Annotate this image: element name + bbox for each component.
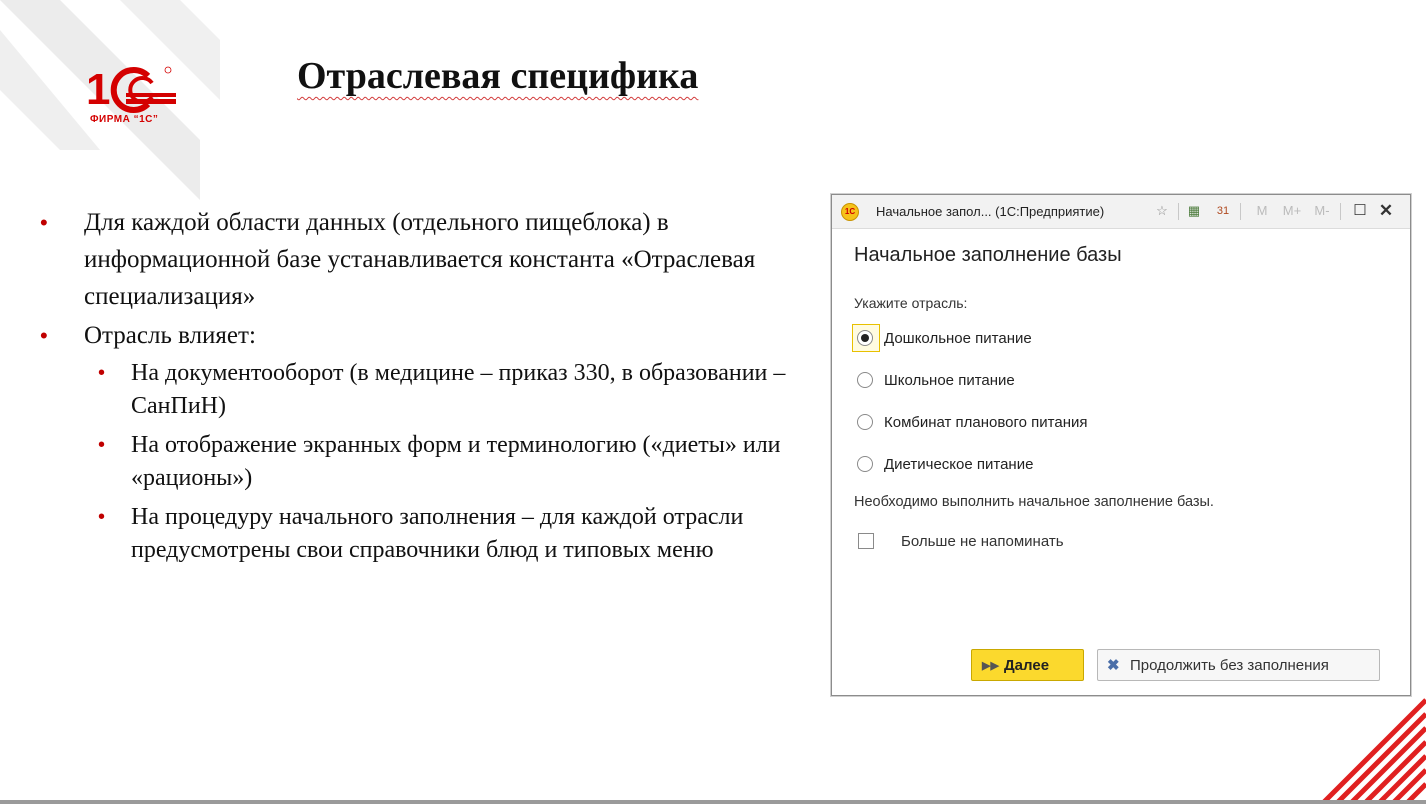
sub-bullet-item: • На процедуру начального заполнения – дл… bbox=[98, 504, 744, 563]
bullet-text: Для каждой области данных (отдельного пи… bbox=[84, 209, 756, 310]
radio-button[interactable] bbox=[857, 372, 873, 388]
window-titlebar: 1С Начальное запол... (1С:Предприятие) ☆… bbox=[832, 195, 1410, 229]
next-button-label: Далее bbox=[1004, 657, 1050, 674]
radio-label: Диетическое питание bbox=[884, 456, 1034, 473]
sub-bullet-item: • На отображение экранных форм и терминол… bbox=[98, 432, 781, 491]
memory-plus-button[interactable]: M+ bbox=[1280, 201, 1304, 221]
form-content: Начальное заполнение базы Укажите отрасл… bbox=[832, 229, 1410, 695]
next-arrow-icon: ▶▶ bbox=[982, 660, 999, 672]
calculator-icon[interactable]: ▦ bbox=[1184, 201, 1204, 221]
bullet-list: • Для каждой области данных (отдельного п… bbox=[40, 204, 810, 573]
industry-prompt: Укажите отрасль: bbox=[854, 295, 968, 311]
slide-title: Отраслевая специфика bbox=[297, 55, 699, 97]
window-title: Начальное запол... (1С:Предприятие) bbox=[876, 204, 1105, 219]
svg-text:1: 1 bbox=[86, 65, 110, 114]
cancel-x-icon: ✖ bbox=[1107, 657, 1120, 674]
memory-minus-button[interactable]: M- bbox=[1310, 201, 1334, 221]
dont-remind-label[interactable]: Больше не напоминать bbox=[901, 533, 1064, 550]
radio-button[interactable] bbox=[857, 414, 873, 430]
radio-button-selected[interactable] bbox=[857, 330, 873, 346]
favorite-star-icon[interactable]: ☆ bbox=[1152, 201, 1172, 221]
maximize-icon[interactable]: ☐ bbox=[1350, 201, 1370, 221]
form-title: Начальное заполнение базы bbox=[854, 244, 1122, 266]
memory-m-button[interactable]: M bbox=[1252, 201, 1272, 221]
next-button[interactable]: ▶▶ Далее bbox=[971, 649, 1084, 681]
radio-label: Комбинат планового питания bbox=[884, 414, 1088, 431]
logo-caption: ФИРМА “1С” bbox=[90, 114, 159, 125]
radio-label: Дошкольное питание bbox=[884, 330, 1032, 347]
bullet-item: • Отрасль влияет: bbox=[40, 322, 256, 349]
continue-without-fill-label: Продолжить без заполнения bbox=[1130, 657, 1329, 674]
bullet-text: Отрасль влияет: bbox=[84, 322, 256, 349]
calendar-icon[interactable]: 31 bbox=[1213, 201, 1233, 221]
bullet-item: • Для каждой области данных (отдельного п… bbox=[40, 209, 756, 310]
continue-without-fill-button[interactable]: ✖ Продолжить без заполнения bbox=[1097, 649, 1380, 681]
1c-logo-icon[interactable]: 1С bbox=[841, 203, 859, 221]
radio-button[interactable] bbox=[857, 456, 873, 472]
notice-text: Необходимо выполнить начальное заполнени… bbox=[854, 494, 1214, 510]
sub-bullet-item: • На документооборот (в медицине – приказ… bbox=[98, 360, 786, 419]
sub-bullet-text: На документооборот (в медицине – приказ … bbox=[131, 360, 786, 419]
sub-bullet-text: На процедуру начального заполнения – для… bbox=[131, 504, 744, 563]
dont-remind-checkbox[interactable] bbox=[858, 533, 874, 549]
close-icon[interactable]: ✕ bbox=[1376, 201, 1396, 221]
sub-bullet-text: На отображение экранных форм и терминоло… bbox=[131, 432, 781, 491]
corner-red-stripes-decoration bbox=[1320, 698, 1426, 804]
initial-fill-dialog: 1С Начальное запол... (1С:Предприятие) ☆… bbox=[831, 194, 1411, 696]
bottom-divider bbox=[0, 800, 1426, 804]
radio-label: Школьное питание bbox=[884, 372, 1015, 389]
